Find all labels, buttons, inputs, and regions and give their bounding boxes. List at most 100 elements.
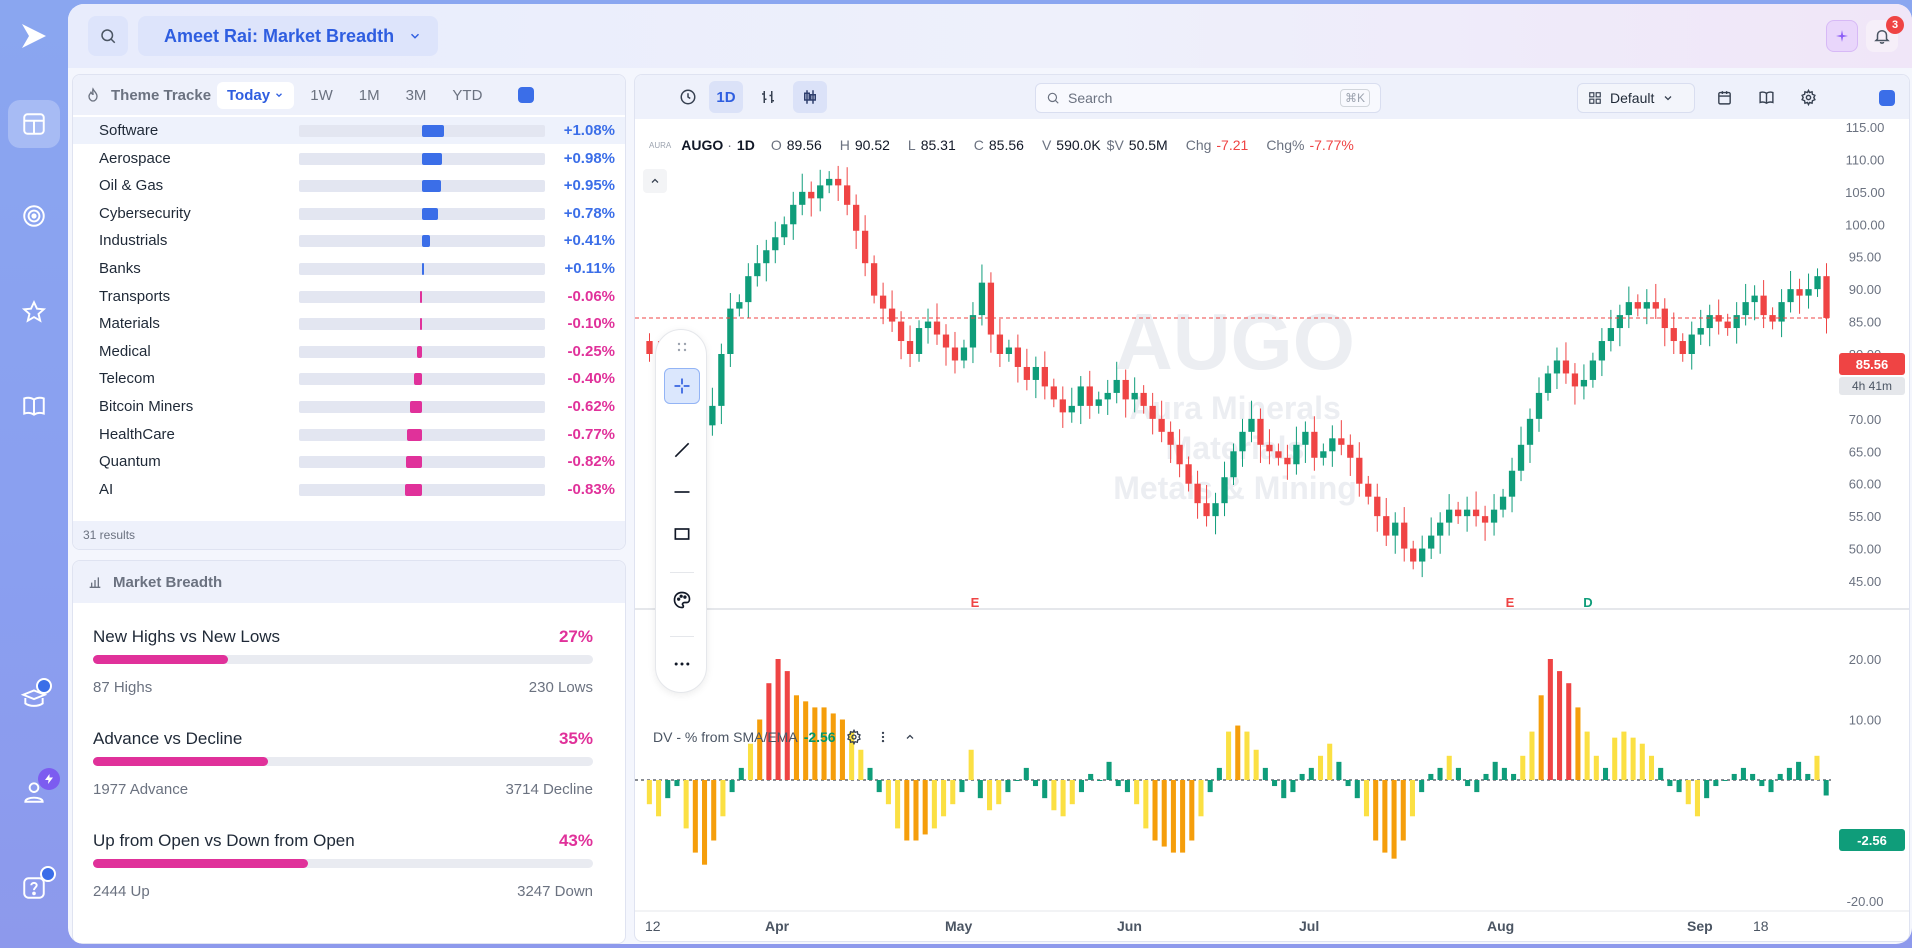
more-vertical-icon[interactable] xyxy=(876,729,890,745)
tab-1w[interactable]: 1W xyxy=(300,82,343,109)
price-axis-label: 60.00 xyxy=(1849,477,1882,492)
search-icon xyxy=(101,29,116,44)
breadth-percent: 35% xyxy=(558,729,593,748)
indicator-bar xyxy=(711,780,717,841)
theme-change: -0.83% xyxy=(567,480,615,498)
trend-line-tool[interactable] xyxy=(664,432,700,468)
event-marker[interactable]: E xyxy=(1506,595,1515,610)
date-range-button[interactable] xyxy=(1707,81,1741,113)
drag-handle-icon[interactable] xyxy=(675,340,689,352)
price-chart[interactable]: AUGOAura MineralsMaterialsMetals & Minin… xyxy=(635,119,1910,941)
theme-name: Cybersecurity xyxy=(99,204,191,222)
theme-row[interactable]: Software +1.08% xyxy=(73,117,625,144)
gear-icon[interactable] xyxy=(846,729,862,745)
candle xyxy=(1185,464,1192,484)
indicator-bar xyxy=(1685,780,1691,805)
indicator-bar xyxy=(959,780,965,793)
chevron-up-icon[interactable] xyxy=(904,731,916,743)
indicator-bar xyxy=(1060,780,1066,817)
timeframe-tabs: Today 1W 1M 3M YTD xyxy=(217,81,535,109)
theme-row[interactable]: Transports -0.06% xyxy=(73,283,625,310)
candle xyxy=(1508,470,1516,497)
chart-layout-dropdown[interactable]: Default xyxy=(1577,83,1695,113)
candle xyxy=(1374,496,1381,517)
candle xyxy=(1652,302,1659,309)
theme-row[interactable]: AI -0.83% xyxy=(73,476,625,503)
indicator-bar xyxy=(1198,780,1204,817)
theme-change: -0.06% xyxy=(567,287,615,305)
theme-change: +0.41% xyxy=(563,232,615,250)
theme-row[interactable]: Quantum -0.82% xyxy=(73,448,625,475)
color-tool[interactable] xyxy=(664,582,700,618)
notes-button[interactable] xyxy=(1749,81,1783,113)
account-nav-button[interactable] xyxy=(8,768,60,816)
breadth-bar-track xyxy=(93,859,593,868)
app-logo[interactable] xyxy=(18,20,50,52)
watchlist-nav-button[interactable] xyxy=(8,288,60,336)
theme-row[interactable]: Medical -0.25% xyxy=(73,338,625,365)
layout-selector[interactable]: Ameet Rai: Market Breadth xyxy=(138,16,438,56)
candle xyxy=(1221,477,1228,504)
candle xyxy=(1472,509,1480,517)
indicator-bar xyxy=(1446,755,1452,780)
tab-1m[interactable]: 1M xyxy=(349,82,390,109)
indicator-bar xyxy=(1676,780,1682,793)
ai-assistant-button[interactable] xyxy=(1826,20,1858,52)
theme-row[interactable]: Industrials +0.41% xyxy=(73,227,625,254)
help-nav-button[interactable] xyxy=(8,864,60,912)
indicator-bar xyxy=(1593,755,1599,780)
compare-button[interactable] xyxy=(751,81,785,113)
candle xyxy=(1544,373,1552,393)
panel-link-color-button[interactable] xyxy=(518,87,535,103)
chart-settings-button[interactable] xyxy=(1791,81,1825,113)
tab-3m[interactable]: 3M xyxy=(396,82,437,109)
event-marker[interactable]: D xyxy=(1583,595,1592,610)
theme-row[interactable]: Oil & Gas +0.95% xyxy=(73,172,625,199)
panel-link-color-button[interactable] xyxy=(1879,90,1895,106)
candle xyxy=(1410,548,1417,562)
time-axis-label: Sep xyxy=(1687,918,1713,934)
dashboard-nav-button[interactable] xyxy=(8,100,60,148)
price-axis-label: 105.00 xyxy=(1845,185,1885,200)
crosshair-tool[interactable] xyxy=(664,368,700,404)
theme-row[interactable]: Bitcoin Miners -0.62% xyxy=(73,393,625,420)
candle xyxy=(888,308,896,322)
candle xyxy=(817,185,824,199)
notifications-button[interactable]: 3 xyxy=(1866,16,1904,52)
theme-row[interactable]: Telecom -0.40% xyxy=(73,365,625,392)
ohlc-legend: AURA AUGO · 1D O 89.56 H 90.52 L 85.31 C 85.… xyxy=(649,137,1354,153)
candle xyxy=(1679,341,1686,354)
theme-row[interactable]: Materials -0.10% xyxy=(73,310,625,337)
candle xyxy=(1005,347,1013,354)
indicator-bar xyxy=(1363,780,1370,817)
horizontal-line-tool[interactable] xyxy=(664,474,700,510)
tab-today[interactable]: Today xyxy=(217,81,295,109)
theme-row[interactable]: Aerospace +0.98% xyxy=(73,145,625,172)
candle xyxy=(933,321,941,335)
time-axis-label: 12 xyxy=(645,918,661,934)
candle xyxy=(1176,444,1183,465)
event-marker[interactable]: E xyxy=(971,595,980,610)
candles-style-button[interactable] xyxy=(793,81,827,113)
more-tools-button[interactable] xyxy=(664,646,700,682)
scanner-nav-button[interactable] xyxy=(8,192,60,240)
candle xyxy=(1428,535,1435,549)
replay-button[interactable] xyxy=(671,81,705,113)
journal-nav-button[interactable] xyxy=(8,382,60,430)
learn-nav-button[interactable] xyxy=(8,674,60,722)
global-search-button[interactable] xyxy=(88,16,128,56)
theme-name: Medical xyxy=(99,342,151,360)
theme-bar-fill xyxy=(422,152,442,165)
rectangle-tool[interactable] xyxy=(664,516,700,552)
theme-row[interactable]: Banks +0.11% xyxy=(73,255,625,282)
symbol-search-box[interactable]: Search ⌘K xyxy=(1035,83,1381,113)
candle xyxy=(826,178,833,186)
tab-ytd[interactable]: YTD xyxy=(442,82,492,109)
theme-list: Software +1.08% Aerospace +0.98% Oil & Gas +0… xyxy=(73,117,625,517)
collapse-legend-button[interactable] xyxy=(643,169,667,193)
candle xyxy=(852,204,860,231)
notification-dot xyxy=(36,678,52,694)
theme-row[interactable]: HealthCare -0.77% xyxy=(73,421,625,448)
theme-row[interactable]: Cybersecurity +0.78% xyxy=(73,200,625,227)
interval-button[interactable]: 1D xyxy=(709,81,743,113)
